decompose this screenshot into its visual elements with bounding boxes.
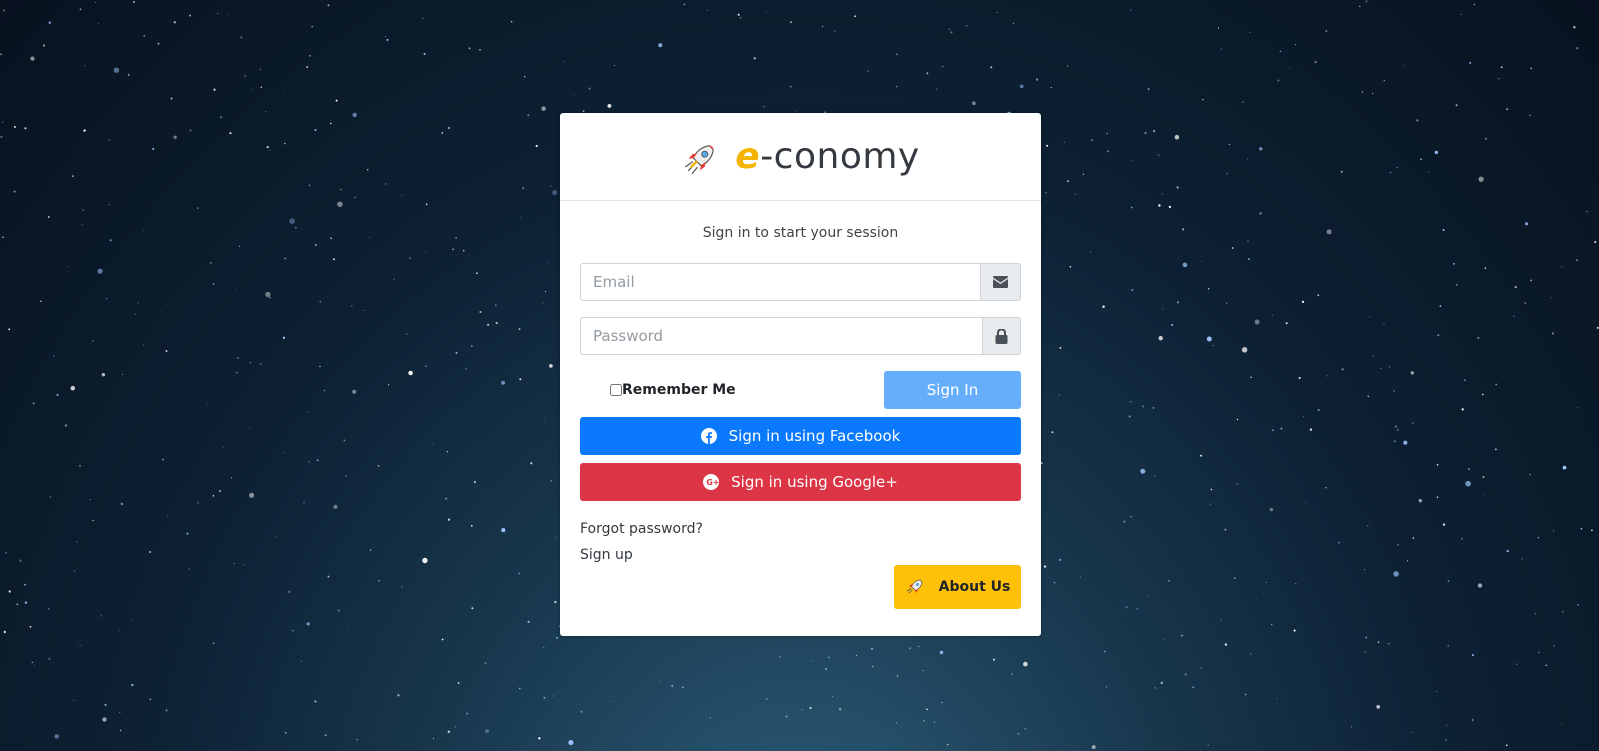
- google-signin-button[interactable]: G+ Sign in using Google+: [580, 463, 1021, 501]
- sign-up-link[interactable]: Sign up: [580, 547, 1021, 563]
- lock-icon: [982, 317, 1021, 355]
- login-box-message: Sign in to start your session: [702, 225, 899, 241]
- remember-label: Remember Me: [622, 382, 736, 398]
- login-card-body: Sign in to start your session Remember M…: [560, 201, 1041, 629]
- brand-name-prefix: e: [735, 136, 761, 177]
- email-group: [580, 263, 1021, 301]
- forgot-password-link[interactable]: Forgot password?: [580, 521, 1021, 537]
- about-us-button[interactable]: About Us: [894, 565, 1021, 609]
- password-input[interactable]: [580, 317, 982, 355]
- rocket-icon: [906, 579, 923, 594]
- brand-name-rest: -conomy: [760, 136, 920, 177]
- remember-checkbox[interactable]: [610, 384, 622, 396]
- google-signin-label: Sign in using Google+: [731, 473, 898, 491]
- password-group: [580, 317, 1021, 355]
- login-logo: e-conomy: [560, 113, 1041, 201]
- envelope-icon: [980, 263, 1021, 301]
- facebook-signin-button[interactable]: Sign in using Facebook: [580, 417, 1021, 455]
- google-plus-icon: G+: [703, 474, 720, 490]
- remember-signin-row: Remember Me Sign In: [580, 371, 1021, 409]
- sign-in-button[interactable]: Sign In: [884, 371, 1021, 409]
- svg-text:G+: G+: [706, 478, 719, 487]
- email-input[interactable]: [580, 263, 980, 301]
- brand-name: e-conomy: [735, 136, 919, 177]
- about-us-label: About Us: [938, 579, 1011, 595]
- about-row: About Us: [580, 565, 1021, 609]
- facebook-signin-label: Sign in using Facebook: [728, 427, 901, 445]
- login-box: e-conomy Sign in to start your session R…: [560, 113, 1041, 636]
- remember-me[interactable]: Remember Me: [610, 382, 736, 398]
- facebook-icon: [700, 428, 717, 444]
- rocket-icon: [685, 144, 715, 174]
